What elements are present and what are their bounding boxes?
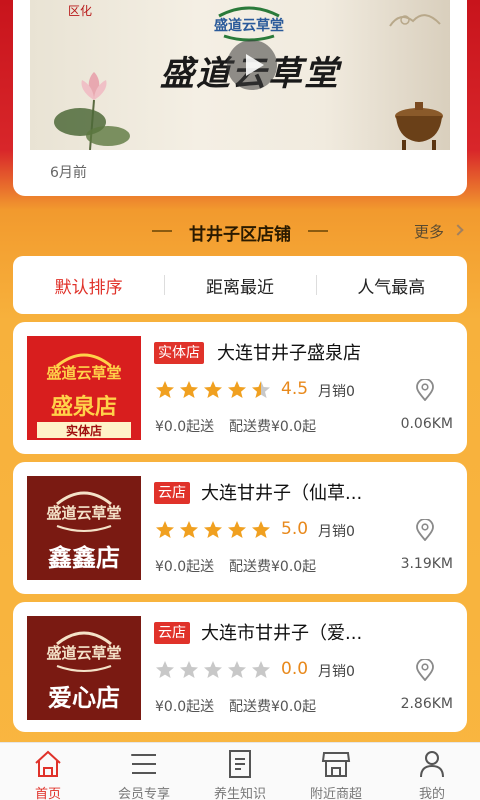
store-name: 大连甘井子（仙草... [201,483,363,504]
location-pin-icon[interactable] [415,659,435,681]
store-image-subtext: 实体店 [66,423,102,438]
tab-label: 附近商超 [309,787,362,800]
store-distance: 0.06KM [400,416,453,432]
delivery-fee: 配送费¥0.0起 [229,419,317,435]
star-icon [228,381,246,398]
tab-profile[interactable]: 我的 [384,743,480,800]
home-icon [35,750,61,777]
list-icon [131,754,156,774]
star-icon [252,521,270,538]
star-icon [252,661,270,678]
star-icon [180,521,198,538]
lotus-illustration [54,72,130,150]
thumb-logo-text: 盛道云草堂 [214,17,284,34]
store-type-badge: 实体店 [154,342,204,364]
store-image: 盛道云草堂 盛泉店 实体店 [27,336,141,440]
store-card[interactable]: 盛道云草堂 盛泉店 实体店 实体店 大连甘井子盛泉店 4.5 月销0 ¥0.0起… [13,322,467,454]
section-header: 甘井子区店铺 更多 [0,214,480,248]
rating-stars [155,520,275,540]
title-dash-right [308,230,328,232]
video-thumbnail[interactable]: 区化 盛道云草堂 盛道云草堂 [30,0,450,150]
tab-nearby[interactable]: 附近商超 [288,743,384,800]
video-timestamp: 6月前 [50,165,87,181]
incense-burner-icon [395,102,443,150]
store-logo-text: 盛道云草堂 [46,504,121,522]
video-card[interactable]: 区化 盛道云草堂 盛道云草堂 6月前 [13,0,467,196]
monthly-sales: 月销0 [318,384,355,400]
store-name: 大连甘井子盛泉店 [217,343,361,364]
more-link[interactable]: 更多 [414,221,444,242]
store-image: 盛道云草堂 鑫鑫店 [27,476,141,580]
document-icon [229,750,251,778]
tab-label: 养生知识 [213,787,266,800]
user-icon [420,751,444,778]
min-order: ¥0.0起送 [155,699,215,715]
sort-bar: 默认排序 距离最近 人气最高 [13,256,467,314]
play-icon[interactable] [227,40,277,90]
rating-value: 5.0 [281,519,309,539]
monthly-sales: 月销0 [318,664,355,680]
star-icon [156,381,174,398]
tab-knowledge[interactable]: 养生知识 [192,743,288,800]
rating-stars [155,380,275,400]
store-card[interactable]: 盛道云草堂 爱心店 云店 大连市甘井子（爱... 0.0 月销0 ¥0.0起送 … [13,602,467,732]
store-image-text: 盛泉店 [51,394,117,420]
bottom-tab-bar: 首页 会员专享 养生知识 附近商超 我的 [0,742,480,800]
sort-default-tab[interactable]: 默认排序 [13,273,164,298]
location-pin-icon[interactable] [415,519,435,541]
store-card[interactable]: 盛道云草堂 鑫鑫店 云店 大连甘井子（仙草... 5.0 月销0 ¥0.0起送 … [13,462,467,594]
star-icon [204,381,222,398]
store-type-badge: 云店 [154,622,190,644]
thumb-stamp: 区化 [68,4,93,18]
store-logo-text: 盛道云草堂 [46,364,121,382]
store-distance: 2.86KM [400,696,453,712]
star-icon [180,661,198,678]
rating-stars [155,660,275,680]
delivery-fee: 配送费¥0.0起 [229,699,317,715]
min-order: ¥0.0起送 [155,419,215,435]
rating-value: 0.0 [281,659,309,679]
tab-label: 首页 [34,787,61,800]
sort-distance-tab[interactable]: 距离最近 [164,273,315,298]
store-image-text: 爱心店 [48,684,120,712]
location-pin-icon[interactable] [415,379,435,401]
store-type-badge: 云店 [154,482,190,504]
star-icon [252,381,270,398]
star-icon [156,521,174,538]
section-title: 甘井子区店铺 [189,225,291,245]
star-icon [228,521,246,538]
sort-popularity-tab[interactable]: 人气最高 [315,273,467,298]
store-icon [321,752,351,777]
star-icon [204,661,222,678]
tab-label: 会员专享 [117,787,170,800]
star-icon [156,661,174,678]
star-icon [180,381,198,398]
rating-value: 4.5 [281,379,309,399]
delivery-fee: 配送费¥0.0起 [229,559,317,575]
tab-home[interactable]: 首页 [0,743,96,800]
brand-logo-icon: 盛道云草堂 [214,6,284,42]
store-image: 盛道云草堂 爱心店 [27,616,141,720]
monthly-sales: 月销0 [318,524,355,540]
star-icon [228,661,246,678]
store-logo-text: 盛道云草堂 [46,644,121,662]
store-image-text: 鑫鑫店 [48,544,120,572]
store-name: 大连市甘井子（爱... [201,623,363,644]
store-distance: 3.19KM [400,556,453,572]
star-icon [204,521,222,538]
tab-member[interactable]: 会员专享 [96,743,192,800]
min-order: ¥0.0起送 [155,559,215,575]
cloud-pattern-icon [389,14,441,27]
tab-label: 我的 [418,787,445,800]
